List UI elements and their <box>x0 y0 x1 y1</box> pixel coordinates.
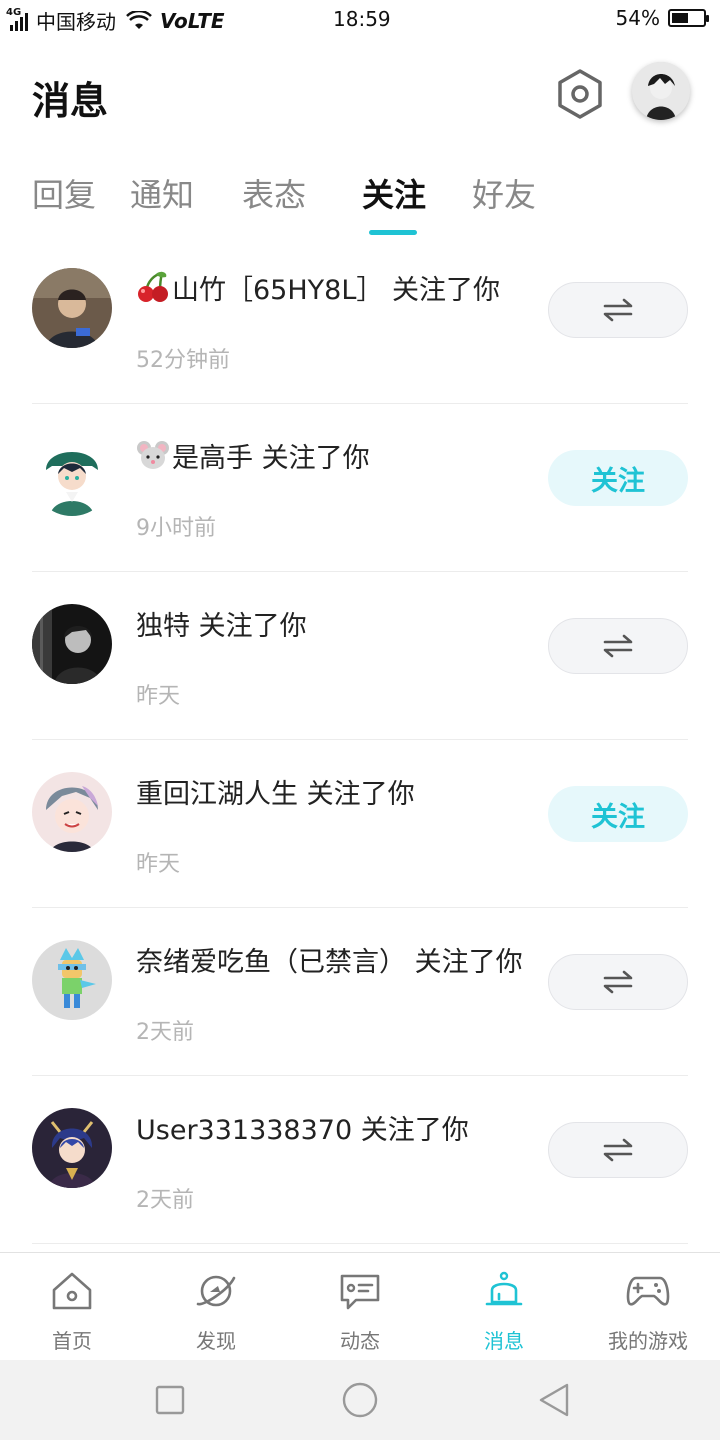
circle-icon <box>342 1382 378 1418</box>
battery-icon <box>668 9 709 27</box>
nav-label: 我的游戏 <box>608 1329 688 1353</box>
mutual-follow-button[interactable] <box>548 1122 688 1178</box>
system-nav-bar <box>0 1360 720 1440</box>
notification-text: 奈绪爱吃鱼（已禁言） 关注了你 <box>136 947 523 978</box>
square-icon <box>155 1385 185 1415</box>
follow-notification-list: 山竹［65HY8L］ 关注了你 52分钟前 是高手 关注了你 9小时前 关注 独… <box>0 236 720 1244</box>
settings-button[interactable] <box>554 66 606 122</box>
notification-time: 2天前 <box>136 1188 194 1213</box>
list-item[interactable]: User331338370 关注了你 2天前 <box>0 1076 720 1244</box>
nav-label: 消息 <box>484 1329 524 1353</box>
notification-text: 独特 关注了你 <box>136 611 307 642</box>
notification-time: 昨天 <box>136 684 181 709</box>
header: 消息 <box>0 56 720 132</box>
nav-messages[interactable]: 消息 <box>444 1269 564 1354</box>
battery-percent: 54% <box>615 6 660 30</box>
tab-friends[interactable]: 好友 <box>472 170 536 216</box>
active-tab-indicator <box>369 230 417 235</box>
notification-text: User331338370 关注了你 <box>136 1115 469 1146</box>
nav-label: 首页 <box>52 1329 92 1353</box>
mouse-icon <box>136 439 170 478</box>
cherry-icon <box>136 271 170 310</box>
mutual-arrows-icon <box>603 298 633 322</box>
tab-notice[interactable]: 通知 <box>130 170 194 216</box>
tab-reply[interactable]: 回复 <box>32 170 96 216</box>
triangle-back-icon <box>539 1383 569 1417</box>
clock: 18:59 <box>333 7 391 31</box>
nav-my-games[interactable]: 我的游戏 <box>588 1269 708 1354</box>
avatar[interactable] <box>32 436 112 516</box>
avatar-image <box>632 62 690 120</box>
avatar[interactable] <box>32 604 112 684</box>
mutual-arrows-icon <box>603 634 633 658</box>
tab-follow[interactable]: 关注 <box>362 170 426 216</box>
wifi-icon <box>126 10 152 29</box>
notification-time: 2天前 <box>136 1020 194 1045</box>
bottom-nav: 首页 发现 动态 消息 我的游戏 <box>0 1252 720 1360</box>
notification-text: 是高手 关注了你 <box>172 443 370 474</box>
notification-time: 9小时前 <box>136 516 216 541</box>
network-type: 4G <box>6 6 22 18</box>
follow-button[interactable]: 关注 <box>548 786 688 842</box>
list-item[interactable]: 是高手 关注了你 9小时前 关注 <box>0 404 720 572</box>
status-bar: 4G 中国移动 VoLTE 18:59 54% <box>0 0 720 40</box>
avatar[interactable] <box>32 772 112 852</box>
list-item[interactable]: 奈绪爱吃鱼（已禁言） 关注了你 2天前 <box>0 908 720 1076</box>
divider <box>32 1243 688 1244</box>
user-avatar[interactable] <box>632 62 690 120</box>
mutual-follow-button[interactable] <box>548 954 688 1010</box>
bell-icon <box>485 1271 523 1306</box>
carrier-name: 中国移动 <box>36 10 116 34</box>
home-button[interactable] <box>340 1380 380 1420</box>
chat-icon <box>340 1274 380 1310</box>
home-icon <box>52 1272 92 1310</box>
list-item[interactable]: 重回江湖人生 关注了你 昨天 关注 <box>0 740 720 908</box>
notification-text: 山竹［65HY8L］ 关注了你 <box>172 275 500 306</box>
recents-button[interactable] <box>150 1380 190 1420</box>
mutual-arrows-icon <box>603 970 633 994</box>
page-title: 消息 <box>32 79 109 123</box>
planet-icon <box>196 1275 236 1307</box>
notification-time: 52分钟前 <box>136 348 230 373</box>
nav-label: 发现 <box>196 1329 236 1353</box>
list-item[interactable]: 山竹［65HY8L］ 关注了你 52分钟前 <box>0 236 720 404</box>
nav-label: 动态 <box>340 1329 380 1353</box>
signal-icon: 4G <box>6 7 28 31</box>
message-tabs: 回复 通知 表态 关注 好友 <box>0 164 720 240</box>
volte-indicator: VoLTE <box>160 8 225 33</box>
avatar[interactable] <box>32 940 112 1020</box>
mutual-follow-button[interactable] <box>548 282 688 338</box>
avatar[interactable] <box>32 268 112 348</box>
nav-feed[interactable]: 动态 <box>300 1269 420 1354</box>
gamepad-icon <box>626 1276 670 1306</box>
nav-home[interactable]: 首页 <box>12 1269 132 1354</box>
mutual-follow-button[interactable] <box>548 618 688 674</box>
notification-text: 重回江湖人生 关注了你 <box>136 779 415 810</box>
back-button[interactable] <box>534 1380 574 1420</box>
messages-page: 4G 中国移动 VoLTE 18:59 54% 消息 回复 通知 表态 关注 好… <box>0 0 720 1440</box>
tab-reactions[interactable]: 表态 <box>242 170 306 216</box>
mutual-arrows-icon <box>603 1138 633 1162</box>
avatar[interactable] <box>32 1108 112 1188</box>
list-item[interactable]: 独特 关注了你 昨天 <box>0 572 720 740</box>
nav-discover[interactable]: 发现 <box>156 1269 276 1354</box>
follow-button[interactable]: 关注 <box>548 450 688 506</box>
notification-time: 昨天 <box>136 852 181 877</box>
settings-hexagon-icon <box>558 69 602 119</box>
